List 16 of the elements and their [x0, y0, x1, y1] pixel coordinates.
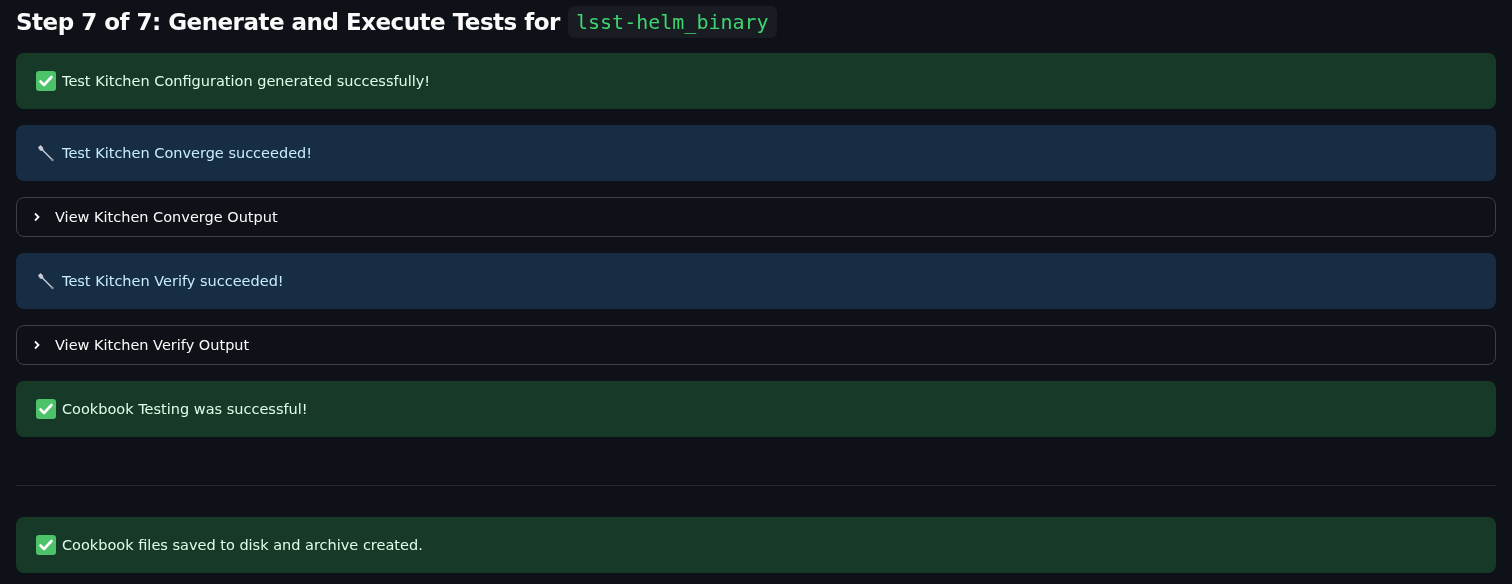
- alert-text: Cookbook Testing was successful!: [62, 401, 308, 417]
- chevron-icon: [33, 212, 41, 222]
- check-icon: [36, 71, 56, 91]
- code-label: lsst-helm_binary: [567, 5, 777, 38]
- check-icon: [36, 535, 56, 555]
- expander[interactable]: View Kitchen Converge Output: [16, 197, 1496, 237]
- wrench-icon: [36, 271, 56, 291]
- alert-text: Test Kitchen Configuration generated successfully!: [62, 73, 431, 89]
- alert-text: Cookbook files saved to disk and archive created.: [62, 537, 423, 553]
- alert-text: Test Kitchen Verify succeeded!: [62, 273, 284, 289]
- alert-text: Test Kitchen Converge succeeded!: [62, 145, 313, 161]
- wrench-icon: [36, 143, 56, 163]
- check-icon: [36, 399, 56, 419]
- chevron-icon: [33, 340, 41, 350]
- expander[interactable]: View Kitchen Verify Output: [16, 325, 1496, 365]
- page-title: Step 7 of 7: Generate and Execute Tests for: [16, 8, 560, 35]
